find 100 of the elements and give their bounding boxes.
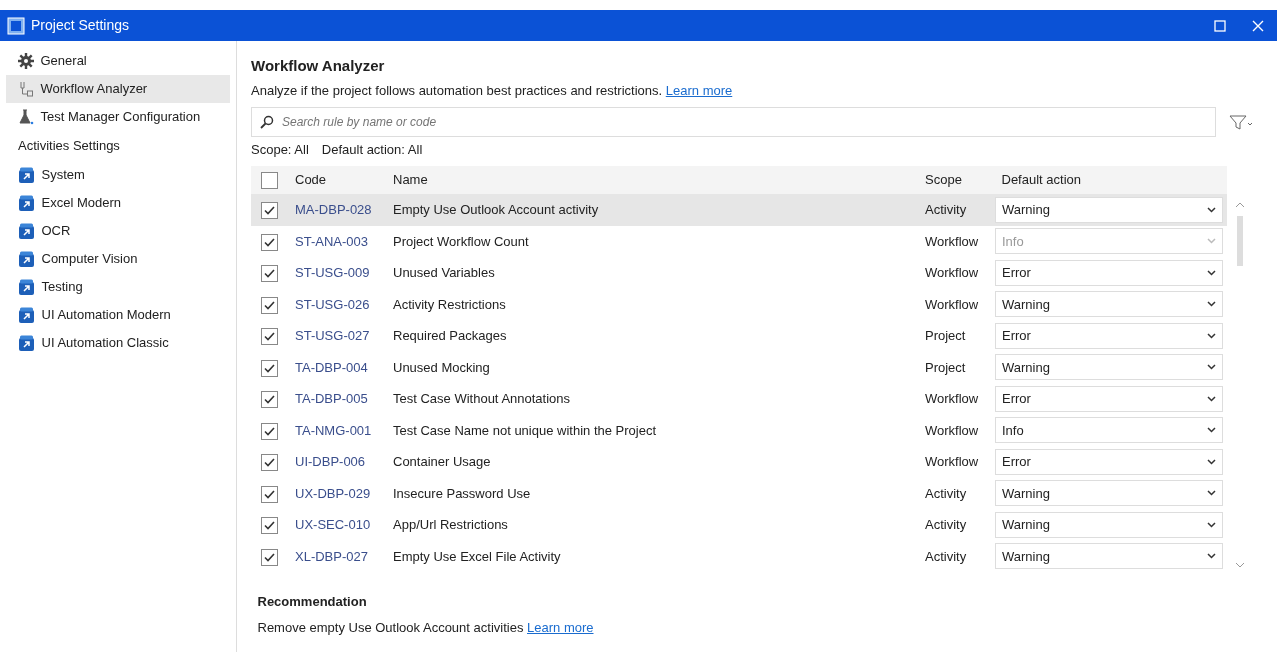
learn-more-link[interactable]: Learn more: [665, 82, 733, 98]
checkbox[interactable]: [261, 422, 278, 440]
rule-code: ST-USG-027: [295, 328, 370, 343]
rule-code: UX-SEC-010: [295, 517, 371, 532]
rule-code: UX-DBP-029: [295, 485, 371, 501]
checkbox[interactable]: [261, 202, 278, 220]
sidebar-item[interactable]: UI Automation Classic: [6, 329, 230, 357]
rule-scope: Activity: [925, 485, 967, 501]
action-dropdown[interactable]: Warning: [995, 354, 1223, 381]
rule-code: ST-ANA-003: [295, 233, 368, 249]
column-header[interactable]: Default action: [995, 170, 1227, 190]
app-logo-icon: [6, 17, 25, 36]
sidebar-item[interactable]: General: [6, 47, 230, 75]
sidebar-item[interactable]: Workflow Analyzer: [6, 75, 230, 103]
rule-scope: Workflow: [925, 233, 979, 249]
checkbox[interactable]: [261, 328, 278, 346]
rule-scope: Workflow: [925, 391, 979, 406]
chevron-down-icon: [1207, 364, 1216, 371]
rule-scope: Workflow: [925, 265, 979, 280]
action-dropdown[interactable]: Error: [995, 259, 1223, 286]
checkbox[interactable]: [261, 454, 278, 472]
checkbox[interactable]: [261, 359, 278, 377]
rule-code: ST-USG-009: [295, 265, 370, 280]
sidebar-item[interactable]: Testing: [6, 273, 230, 301]
search-field[interactable]: Search rule by name or code: [251, 106, 1216, 137]
chevron-down-icon: [1207, 458, 1216, 465]
table-row[interactable]: TA-NMG-001 Test Case Name not unique within the Project Workflow Info: [251, 414, 1227, 446]
filter-icon[interactable]: [1229, 112, 1253, 132]
recommendation-heading: Recommendation: [257, 592, 368, 611]
learn-more-link[interactable]: Learn more: [527, 619, 594, 635]
action-dropdown[interactable]: Error: [995, 385, 1223, 412]
chevron-down-icon: [1207, 301, 1216, 308]
package-icon: [18, 251, 35, 267]
sidebar-item[interactable]: Computer Vision: [6, 245, 230, 273]
action-dropdown[interactable]: Info: [995, 417, 1223, 444]
rule-code: TA-NMG-001: [295, 422, 372, 438]
table-row[interactable]: MA-DBP-028 Empty Use Outlook Account activity Activity Warning: [251, 194, 1227, 226]
scrollbar-thumb[interactable]: [1237, 216, 1243, 266]
checkbox[interactable]: [261, 296, 278, 314]
table-row[interactable]: XL-DBP-027 Empty Use Excel File Activity Activity Warning: [251, 540, 1227, 572]
action-dropdown[interactable]: Warning: [995, 196, 1223, 223]
rule-name: Unused Mocking: [393, 359, 490, 375]
rule-name: Required Packages: [393, 328, 507, 343]
scroll-up-icon[interactable]: [1235, 202, 1245, 208]
action-dropdown[interactable]: Warning: [995, 480, 1223, 507]
flask-icon: [18, 109, 34, 125]
rule-name: App/Url Restrictions: [393, 517, 508, 532]
rule-name: Test Case Name not unique within the Project: [393, 422, 657, 438]
chevron-down-icon: [1207, 553, 1216, 560]
checkbox[interactable]: [261, 172, 278, 190]
table-row[interactable]: UX-SEC-010 App/Url Restrictions Activity Warning: [251, 509, 1227, 541]
workflow-icon: [18, 81, 34, 97]
close-icon[interactable]: [1252, 19, 1264, 32]
action-dropdown[interactable]: Warning: [995, 511, 1223, 538]
sidebar-item[interactable]: UI Automation Modern: [6, 301, 230, 329]
table-row[interactable]: TA-DBP-005 Test Case Without Annotations Workflow Error: [251, 383, 1227, 415]
checkbox[interactable]: [261, 517, 278, 535]
table-row[interactable]: UI-DBP-006 Container Usage Workflow Error: [251, 446, 1227, 478]
rule-name: Empty Use Excel File Activity: [393, 548, 561, 564]
sidebar-item[interactable]: Excel Modern: [6, 189, 230, 217]
rule-scope: Workflow: [925, 422, 979, 438]
column-header[interactable]: Scope: [925, 170, 995, 190]
gear-icon: [18, 53, 34, 69]
rule-scope: Activity: [925, 202, 967, 217]
table-row[interactable]: UX-DBP-029 Insecure Password Use Activity Warning: [251, 477, 1227, 509]
sidebar-item[interactable]: Test Manager Configuration: [6, 103, 230, 131]
maximize-icon[interactable]: [1214, 19, 1226, 32]
action-dropdown[interactable]: Error: [995, 448, 1223, 475]
rule-name: Project Workflow Count: [393, 233, 529, 249]
sidebar-item[interactable]: System: [6, 161, 230, 189]
action-dropdown[interactable]: Warning: [995, 543, 1223, 570]
checkbox[interactable]: [261, 485, 278, 503]
rule-code: MA-DBP-028: [295, 202, 372, 217]
checkbox[interactable]: [261, 548, 278, 566]
rule-scope: Workflow: [925, 454, 979, 469]
chevron-down-icon: [1207, 206, 1216, 213]
rule-name: Activity Restrictions: [393, 296, 506, 312]
column-header[interactable]: Code: [295, 170, 393, 190]
sidebar-item[interactable]: OCR: [6, 217, 230, 245]
chevron-down-icon: [1207, 332, 1216, 339]
table-row[interactable]: ST-USG-026 Activity Restrictions Workflow Warning: [251, 288, 1227, 320]
action-dropdown[interactable]: Error: [995, 322, 1223, 349]
rule-name: Insecure Password Use: [393, 485, 531, 501]
rule-scope: Project: [925, 359, 966, 375]
checkbox[interactable]: [261, 265, 278, 283]
package-icon: [18, 223, 35, 239]
action-dropdown[interactable]: Warning: [995, 291, 1223, 318]
rule-code: ST-USG-026: [295, 296, 370, 312]
chevron-down-icon: [1207, 395, 1216, 402]
table-row[interactable]: ST-USG-027 Required Packages Project Error: [251, 320, 1227, 352]
window-title: Project Settings: [31, 16, 130, 35]
rule-name: Unused Variables: [393, 265, 495, 280]
table-row[interactable]: TA-DBP-004 Unused Mocking Project Warning: [251, 351, 1227, 383]
package-icon: [18, 279, 35, 295]
column-header[interactable]: Name: [393, 170, 925, 190]
scroll-down-icon[interactable]: [1235, 562, 1245, 568]
filter-summary: Scope: All: [251, 141, 309, 159]
chevron-down-icon: [1207, 490, 1216, 497]
table-row[interactable]: ST-USG-009 Unused Variables Workflow Error: [251, 257, 1227, 289]
checkbox[interactable]: [261, 391, 278, 409]
